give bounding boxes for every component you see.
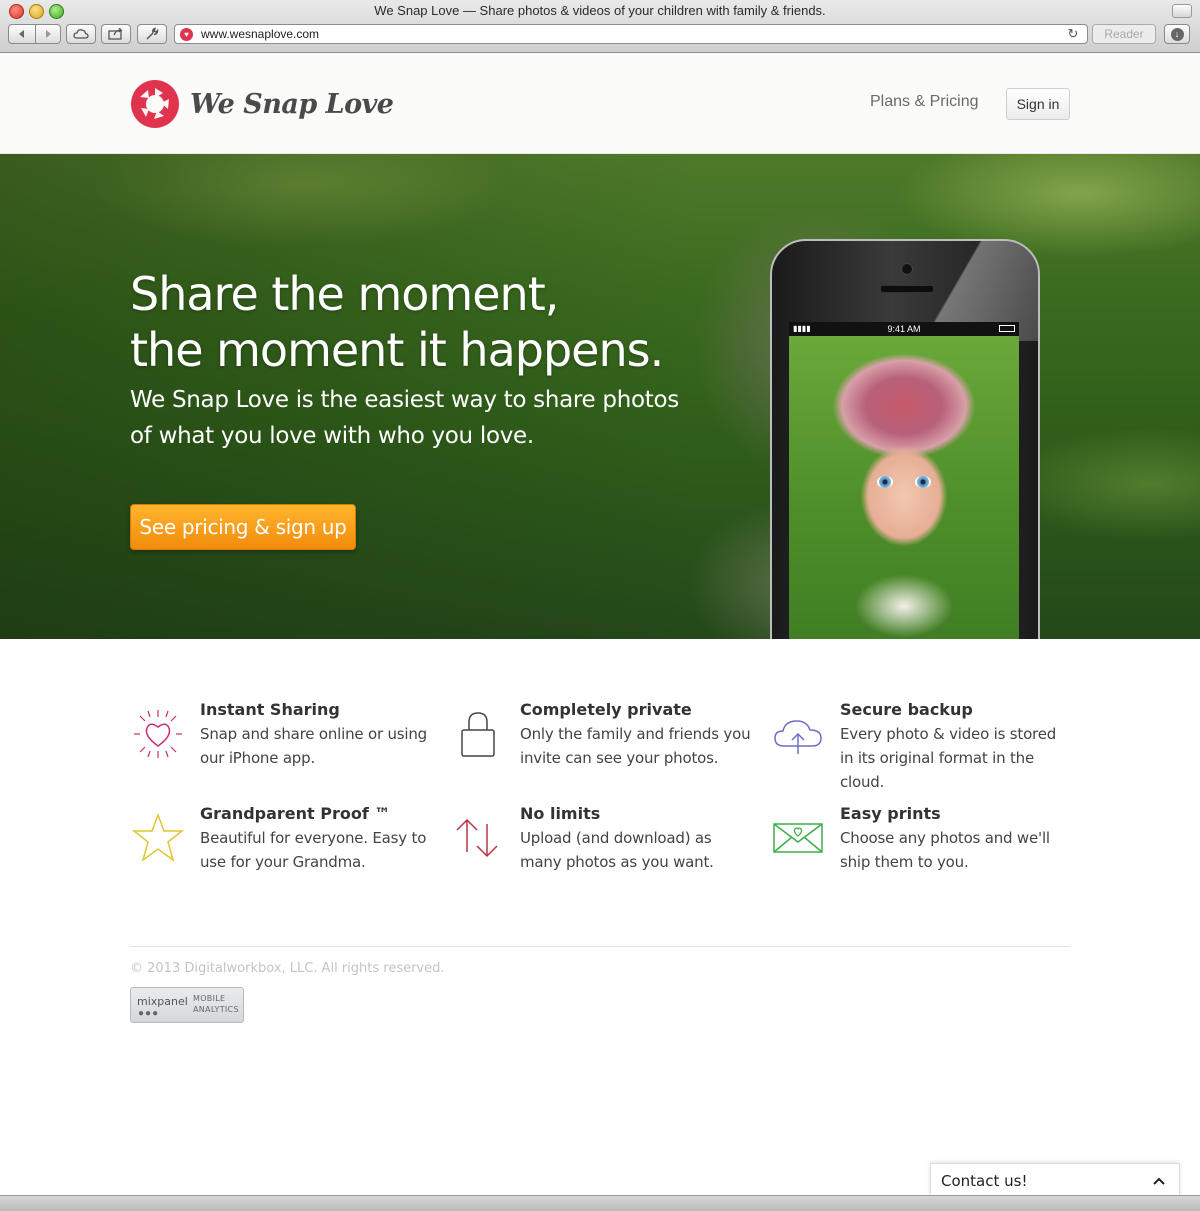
star-icon bbox=[130, 808, 186, 868]
contact-us-widget[interactable]: Contact us! bbox=[930, 1163, 1180, 1197]
site-favicon-icon: ♥ bbox=[180, 27, 193, 41]
heart-share-icon bbox=[130, 704, 186, 764]
feature-title: No limits bbox=[520, 804, 601, 823]
contact-us-label: Contact us! bbox=[941, 1171, 1028, 1190]
feature-completely-private: Completely private Only the family and f… bbox=[450, 700, 751, 780]
eye-left bbox=[877, 476, 893, 488]
reader-button[interactable]: Reader bbox=[1092, 24, 1156, 44]
aperture-logo-icon bbox=[131, 80, 179, 128]
site-logo[interactable]: We Snap Love bbox=[130, 79, 394, 129]
browser-chrome: We Snap Love — Share photos & videos of … bbox=[0, 0, 1200, 53]
feature-secure-backup: Secure backup Every photo & video is sto… bbox=[770, 700, 1070, 791]
hero-sub-line-2: of what you love with who you love. bbox=[130, 423, 534, 449]
downloads-button[interactable]: ↓ bbox=[1164, 24, 1190, 44]
mixpanel-mobile: MOBILE bbox=[193, 994, 226, 1003]
feature-description: Choose any photos and we'll ship them to… bbox=[840, 829, 1050, 871]
feature-title: Secure backup bbox=[840, 700, 973, 719]
signal-icon: ▮▮▮▮ bbox=[793, 324, 811, 333]
sign-in-button[interactable]: Sign in bbox=[1006, 88, 1070, 120]
up-down-arrows-icon bbox=[450, 808, 506, 868]
mixpanel-badge[interactable]: mixpanel MOBILE ANALYTICS ●●● bbox=[130, 987, 244, 1023]
feature-no-limits: No limits Upload (and download) as many … bbox=[450, 804, 750, 884]
reload-icon[interactable]: ↻ bbox=[1065, 26, 1081, 42]
feature-description: Every photo & video is stored in its ori… bbox=[840, 725, 1057, 791]
feature-title: Easy prints bbox=[840, 804, 941, 823]
window-title: We Snap Love — Share photos & videos of … bbox=[374, 3, 826, 18]
forward-arrow-icon bbox=[46, 30, 51, 38]
browser-toolbar: ♥ www.wesnaplove.com ↻ Reader ↓ bbox=[0, 22, 1200, 50]
feature-title: Grandparent Proof ™ bbox=[200, 804, 391, 823]
eye-right bbox=[915, 476, 931, 488]
icloud-tabs-button[interactable] bbox=[66, 24, 96, 44]
back-button[interactable] bbox=[8, 24, 36, 44]
baby-photo bbox=[789, 336, 1019, 639]
phone-status-bar: ▮▮▮▮ 9:41 AM bbox=[789, 322, 1019, 336]
hero-section: Share the moment, the moment it happens.… bbox=[0, 154, 1200, 639]
phone-time: 9:41 AM bbox=[887, 324, 921, 334]
hero-headline-line-1: Share the moment, bbox=[130, 267, 559, 321]
envelope-heart-icon bbox=[770, 808, 826, 868]
see-pricing-signup-button[interactable]: See pricing & sign up bbox=[130, 504, 356, 550]
tools-button[interactable] bbox=[137, 24, 167, 44]
copyright-text: © 2013 Digitalworkbox, LLC. All rights r… bbox=[130, 961, 445, 976]
logo-wordmark: We Snap Love bbox=[190, 88, 394, 120]
mixpanel-name: mixpanel bbox=[137, 995, 188, 1008]
battery-icon bbox=[999, 325, 1015, 332]
plans-pricing-link[interactable]: Plans & Pricing bbox=[870, 93, 979, 111]
mixpanel-analytics: ANALYTICS bbox=[193, 1005, 239, 1014]
hero-headline-line-2: the moment it happens. bbox=[130, 323, 664, 377]
mixpanel-dots-icon: ●●● bbox=[138, 1008, 160, 1019]
feature-easy-prints: Easy prints Choose any photos and we'll … bbox=[770, 804, 1070, 884]
cloud-upload-icon bbox=[770, 704, 826, 764]
lock-icon bbox=[450, 704, 506, 764]
feature-grandparent-proof: Grandparent Proof ™ Beautiful for everyo… bbox=[130, 804, 430, 884]
chevron-up-icon[interactable] bbox=[1153, 1174, 1165, 1188]
phone-screen: ▮▮▮▮ 9:41 AM bbox=[789, 322, 1019, 639]
share-button[interactable] bbox=[101, 24, 131, 44]
hero-subheading: We Snap Love is the easiest way to share… bbox=[130, 382, 690, 454]
share-icon bbox=[108, 28, 123, 40]
footer-divider bbox=[130, 946, 1070, 947]
forward-button[interactable] bbox=[35, 24, 61, 44]
hero-headline: Share the moment, the moment it happens. bbox=[130, 266, 664, 378]
iphone-mockup: ▮▮▮▮ 9:41 AM bbox=[770, 239, 1040, 639]
phone-camera-icon bbox=[901, 263, 913, 275]
wrench-icon bbox=[146, 27, 159, 40]
browser-bottom-bar bbox=[0, 1195, 1200, 1211]
site-header: We Snap Love Plans & Pricing Sign in bbox=[0, 53, 1200, 154]
address-bar[interactable]: ♥ www.wesnaplove.com ↻ bbox=[174, 24, 1088, 44]
feature-instant-sharing: Instant Sharing Snap and share online or… bbox=[130, 700, 430, 780]
title-bar: We Snap Love — Share photos & videos of … bbox=[0, 0, 1200, 22]
feature-description: Only the family and friends you invite c… bbox=[520, 725, 751, 767]
fullscreen-toggle-icon[interactable] bbox=[1172, 4, 1192, 18]
back-arrow-icon bbox=[19, 30, 24, 38]
feature-description: Snap and share online or using our iPhon… bbox=[200, 725, 427, 767]
feature-description: Beautiful for everyone. Easy to use for … bbox=[200, 829, 427, 871]
url-text[interactable]: www.wesnaplove.com bbox=[201, 27, 1065, 41]
hero-sub-line-1: We Snap Love is the easiest way to share… bbox=[130, 387, 679, 413]
phone-speaker bbox=[880, 285, 934, 293]
download-arrow-icon: ↓ bbox=[1170, 27, 1184, 41]
cloud-icon bbox=[73, 29, 89, 39]
feature-description: Upload (and download) as many photos as … bbox=[520, 829, 714, 871]
feature-title: Instant Sharing bbox=[200, 700, 340, 719]
feature-title: Completely private bbox=[520, 700, 692, 719]
